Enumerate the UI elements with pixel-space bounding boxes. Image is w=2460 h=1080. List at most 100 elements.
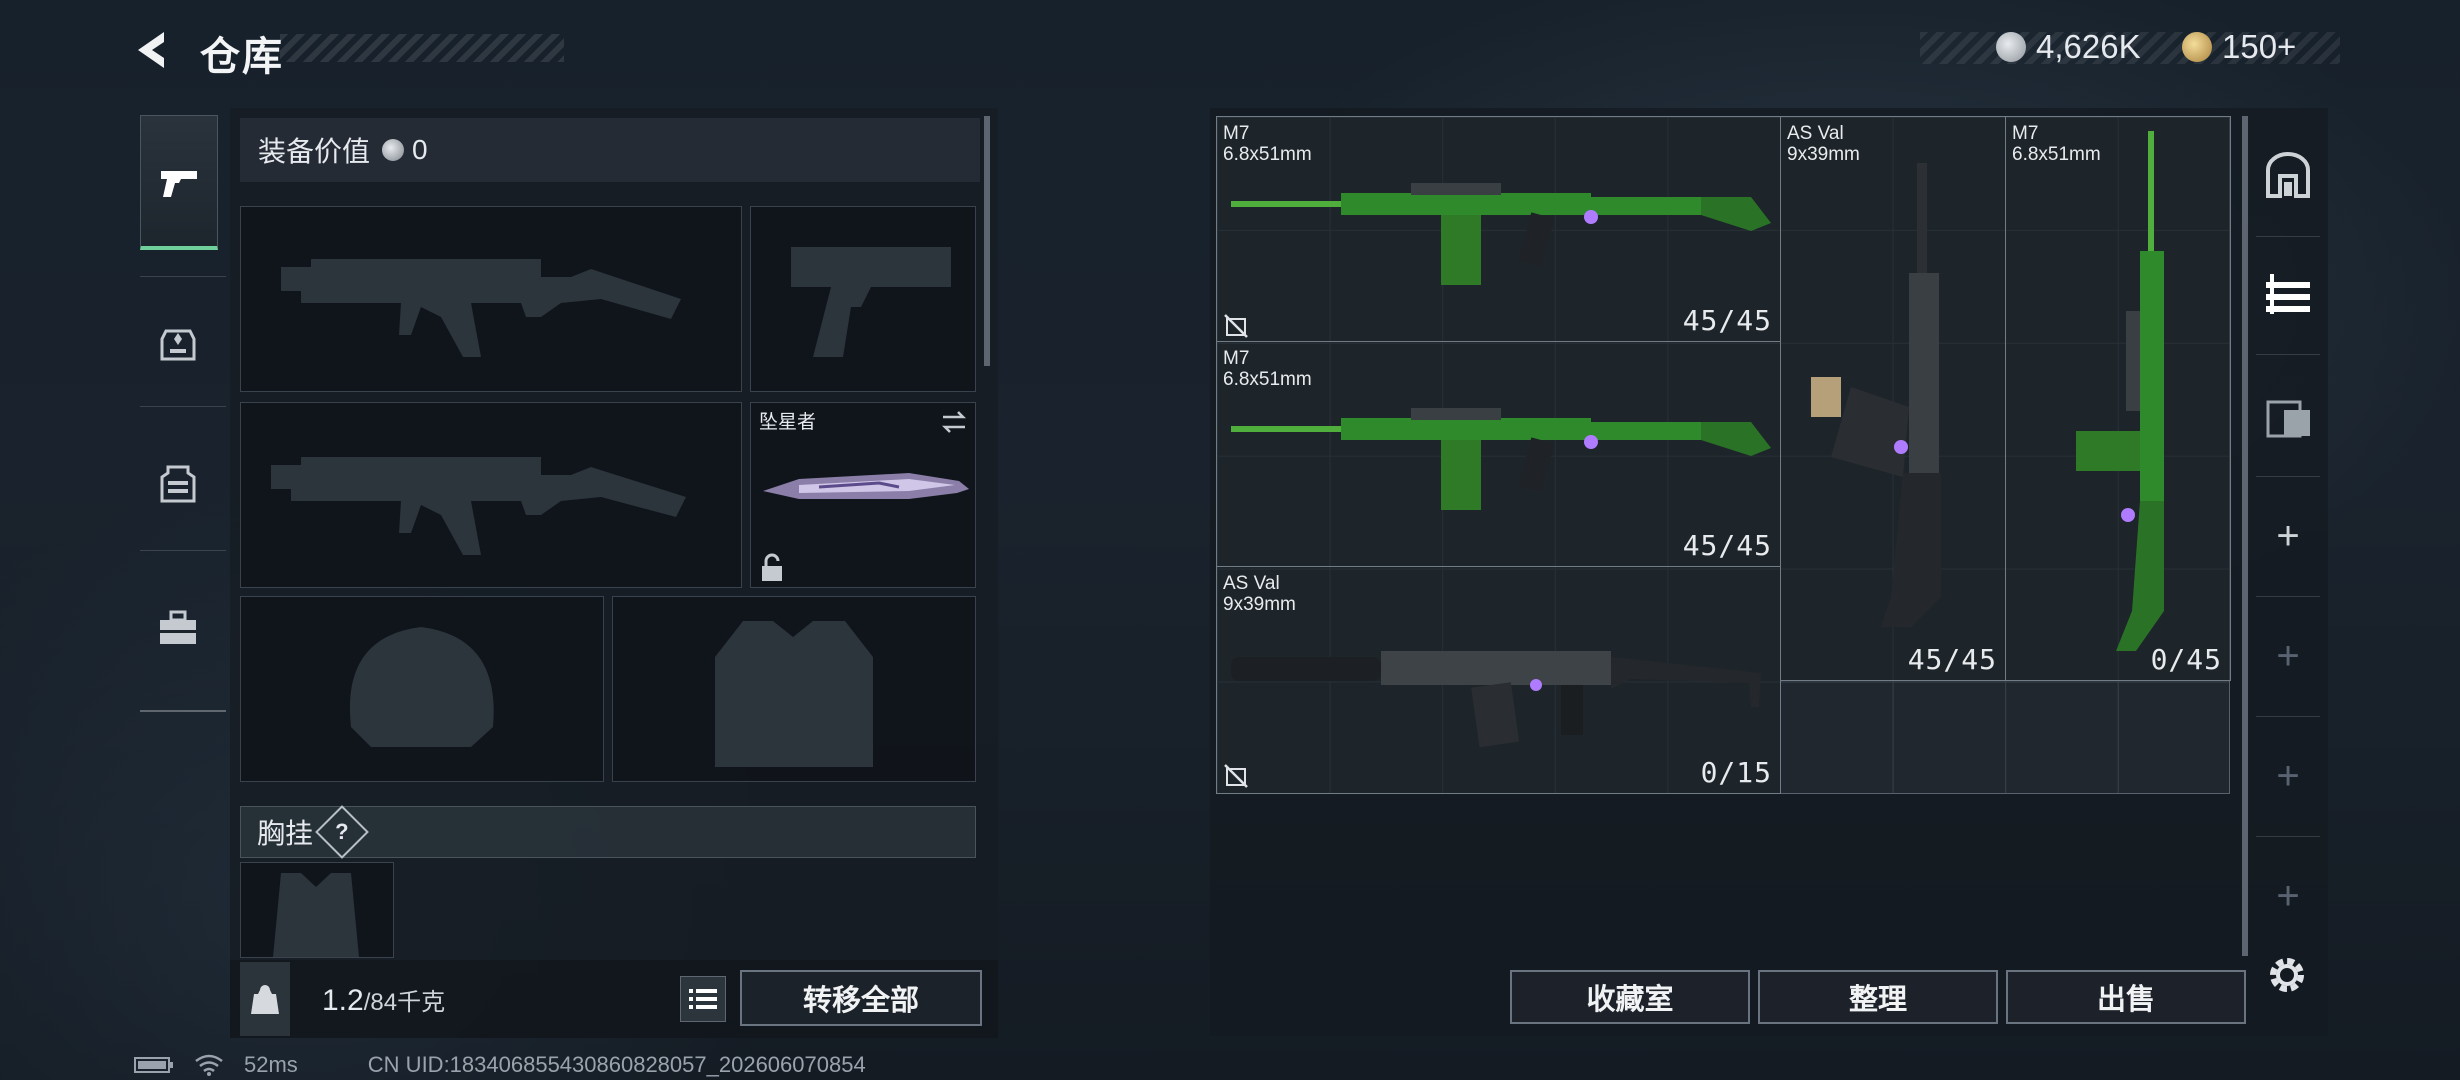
stash-item[interactable]: AS Val 9x39mm 0/15 xyxy=(1216,566,1781,794)
item-name: AS Val xyxy=(1223,573,1280,594)
tab-divider xyxy=(140,710,226,712)
gold-currency: 150+ xyxy=(2182,28,2296,66)
chest-rig-label: 胸挂 xyxy=(257,818,314,849)
tab-divider xyxy=(140,406,226,407)
plus-icon: + xyxy=(2276,513,2300,558)
as-val-rifle-vertical-icon xyxy=(1811,163,1941,627)
rifle-silhouette-icon xyxy=(281,259,681,357)
tab-armor[interactable] xyxy=(140,418,216,548)
plus-icon: + xyxy=(2276,873,2300,918)
item-ammo: 0/45 xyxy=(2150,643,2222,676)
wifi-icon xyxy=(195,1054,223,1076)
item-caliber: 9x39mm xyxy=(1223,594,1296,615)
m7-rifle-vertical-icon xyxy=(2076,131,2164,651)
silver-coin-icon xyxy=(1996,32,2026,62)
lock-icon xyxy=(762,553,782,581)
back-arrow-icon[interactable] xyxy=(130,26,178,74)
gear-icon[interactable] xyxy=(2264,952,2310,998)
tab-weapons[interactable] xyxy=(140,115,218,250)
helmet-silhouette-icon xyxy=(349,627,494,747)
list-icon xyxy=(689,989,717,1009)
silver-amount: 4,626K xyxy=(2036,28,2141,65)
tab-divider xyxy=(2256,236,2320,237)
toolbox-icon xyxy=(160,610,196,644)
silver-currency: 4,626K xyxy=(1996,28,2141,66)
pistol-icon xyxy=(161,171,197,197)
weight-button[interactable] xyxy=(240,962,290,1036)
tab-divider xyxy=(2256,476,2320,477)
stash-scrollbar[interactable] xyxy=(2242,116,2248,956)
stash-item[interactable]: M7 6.8x51mm 45/45 xyxy=(1216,341,1781,567)
rifle-silhouette-icon xyxy=(271,457,686,555)
add-stash-tab-button[interactable]: + xyxy=(2256,480,2320,592)
weight-icon xyxy=(251,985,279,1014)
armor-slot[interactable] xyxy=(612,596,976,782)
user-uid: CN UID:183406855430860828057_20260607085… xyxy=(367,1052,866,1077)
tab-supplies[interactable] xyxy=(140,563,216,693)
tab-backpack[interactable] xyxy=(140,278,216,408)
chest-rig-header: 胸挂 ? xyxy=(240,805,976,859)
item-ammo: 0/15 xyxy=(1700,756,1772,789)
add-stash-tab-button[interactable]: + xyxy=(2256,600,2320,712)
item-ammo: 45/45 xyxy=(1907,643,1997,676)
loadout-scrollbar[interactable] xyxy=(984,116,990,366)
add-stash-tab-button[interactable]: + xyxy=(2256,840,2320,952)
tab-stash-1[interactable] xyxy=(2256,120,2320,232)
item-name: M7 xyxy=(1223,348,1250,369)
tab-divider xyxy=(2256,716,2320,717)
plus-icon: + xyxy=(2276,633,2300,678)
primary-weapon-slot[interactable] xyxy=(240,206,742,392)
chest-rig-slot[interactable] xyxy=(240,862,394,958)
stash-item[interactable]: AS Val 9x39mm 45/45 xyxy=(1780,116,2006,681)
page-title: 仓库 xyxy=(200,35,284,79)
sort-button[interactable]: 整理 xyxy=(1758,970,1998,1024)
gold-coin-icon xyxy=(2182,32,2212,62)
primary-weapon-slot-2[interactable] xyxy=(240,402,742,588)
item-ammo: 45/45 xyxy=(1682,304,1772,337)
helmet-slot[interactable] xyxy=(240,596,604,782)
help-icon[interactable]: ? xyxy=(315,805,369,859)
cabinet-icon xyxy=(2266,400,2310,438)
weight-max: /84千克 xyxy=(363,989,446,1016)
tab-divider xyxy=(2256,596,2320,597)
tab-divider xyxy=(140,550,226,551)
title-decoration xyxy=(280,34,564,62)
add-stash-tab-button[interactable]: + xyxy=(2256,720,2320,832)
transfer-all-button[interactable]: 转移全部 xyxy=(740,970,982,1026)
stash-item[interactable]: M7 6.8x51mm 0/45 xyxy=(2005,116,2231,681)
item-name: AS Val xyxy=(1787,123,1844,144)
no-insurance-icon xyxy=(1224,764,1248,788)
melee-slot[interactable]: 坠星者 xyxy=(750,402,976,588)
collection-button[interactable]: 收藏室 xyxy=(1510,970,1750,1024)
status-footer: 52ms CN UID:183406855430860828057_202606… xyxy=(134,1052,866,1078)
tab-stash-2[interactable] xyxy=(2256,238,2320,350)
silver-coin-icon xyxy=(382,139,405,161)
m7-rifle-icon xyxy=(1231,408,1771,510)
tab-divider xyxy=(2256,354,2320,355)
tab-divider xyxy=(140,276,226,277)
item-name: M7 xyxy=(1223,123,1250,144)
arch-icon xyxy=(2266,152,2310,198)
knife-icon xyxy=(763,473,969,499)
no-insurance-icon xyxy=(1224,314,1248,338)
battery-icon xyxy=(134,1057,173,1073)
equipment-value-bar: 装备价值 0 xyxy=(240,118,980,182)
stash-item[interactable]: M7 6.8x51mm 45/45 xyxy=(1216,116,1781,342)
equipment-value-amount: 0 xyxy=(412,134,428,165)
pistol-silhouette-icon xyxy=(791,247,951,357)
weight-current: 1.2 xyxy=(322,984,364,1017)
melee-name: 坠星者 xyxy=(759,412,817,433)
tab-divider xyxy=(2256,836,2320,837)
as-val-rifle-icon xyxy=(1231,651,1761,748)
gold-amount: 150+ xyxy=(2222,28,2297,65)
ping-readout: 52ms xyxy=(244,1052,298,1077)
tab-stash-3[interactable] xyxy=(2256,360,2320,472)
item-ammo: 45/45 xyxy=(1682,529,1772,562)
weight-readout: 1.2/84千克 xyxy=(322,982,445,1018)
secondary-weapon-slot[interactable] xyxy=(750,206,976,392)
chest-rig-silhouette-icon xyxy=(273,873,359,957)
sell-button[interactable]: 出售 xyxy=(2006,970,2246,1024)
list-view-button[interactable] xyxy=(680,976,726,1022)
swap-icon[interactable] xyxy=(939,407,969,437)
shelf-icon xyxy=(2266,274,2310,314)
